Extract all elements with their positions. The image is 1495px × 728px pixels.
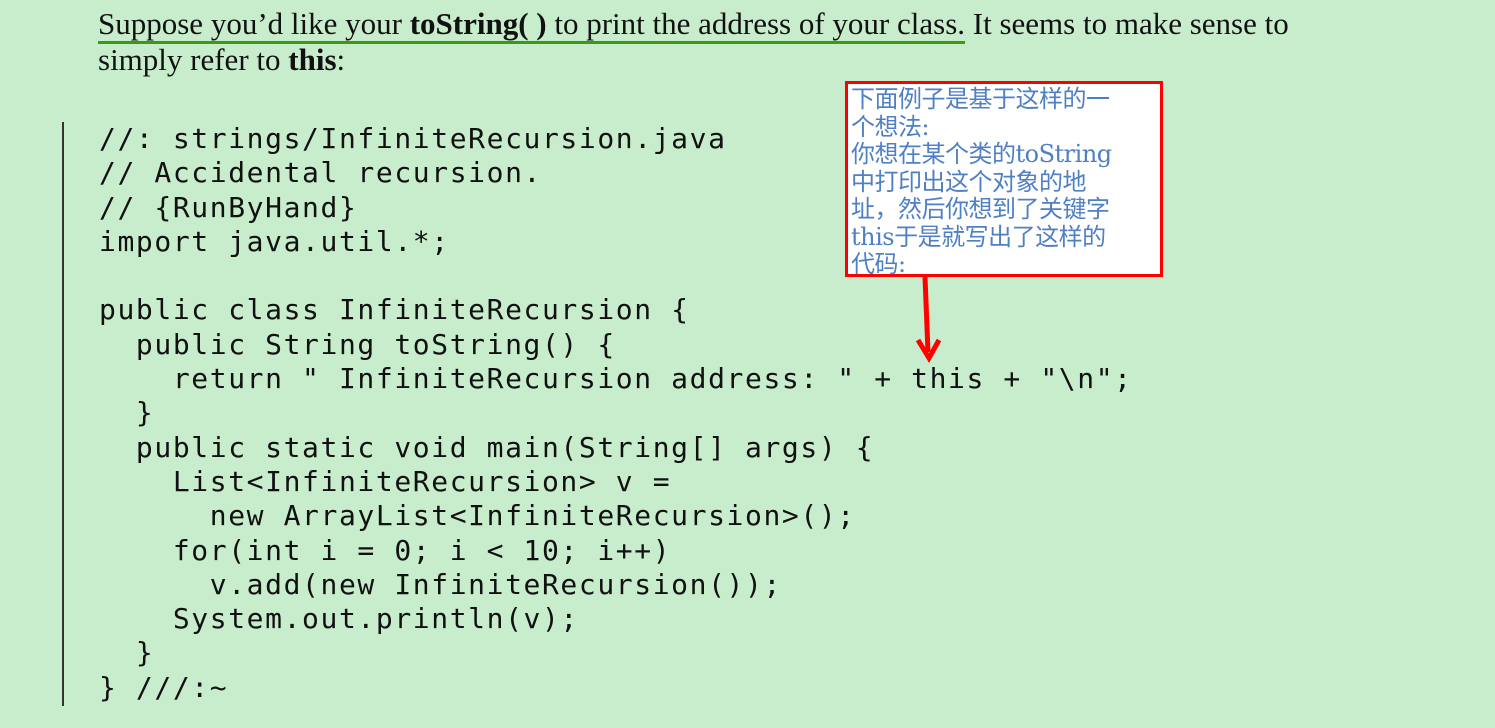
code-line: new ArrayList<InfiniteRecursion>(); xyxy=(99,499,856,533)
code-line: } xyxy=(99,396,155,430)
annotation-callout-box: 下面例子是基于这样的一 个想法: 你想在某个类的toString 中打印出这个对象的地… xyxy=(845,81,1163,279)
code-line: public String toString() { xyxy=(99,327,616,361)
annotation-line: 代码: xyxy=(851,250,906,278)
code-block-left-rule xyxy=(62,122,64,706)
code-line: } xyxy=(99,636,155,670)
intro-paragraph: Suppose you’d like your toString( ) to p… xyxy=(98,6,1358,78)
code-line: } ///:~ xyxy=(99,670,229,704)
tostring-keyword: toString( ) xyxy=(409,6,547,41)
annotation-line: 下面例子是基于这样的一 xyxy=(851,85,1110,113)
code-line: System.out.println(v); xyxy=(99,602,579,636)
annotation-line: 个想法: xyxy=(851,112,930,141)
highlighted-sentence: Suppose you’d like your toString( ) to p… xyxy=(98,6,966,44)
intro-text-post: to print the address of your class. xyxy=(546,6,966,41)
code-line: for(int i = 0; i < 10; i++) xyxy=(99,533,672,567)
annotation-text: 下面例子是基于这样的一 个想法: 你想在某个类的toString 中打印出这个对象的地… xyxy=(848,84,1160,279)
this-keyword: this xyxy=(288,42,337,77)
annotation-line: this于是就写出了这样的 xyxy=(851,222,1106,251)
code-line: public static void main(String[] args) { xyxy=(99,430,875,464)
intro-text-pre: Suppose you’d like your xyxy=(98,6,410,41)
code-line: List<InfiniteRecursion> v = xyxy=(99,464,672,498)
annotation-line: 你想在某个类的toString xyxy=(851,140,1112,168)
annotation-line: 中打印出这个对象的地 xyxy=(851,167,1087,196)
code-line: return " InfiniteRecursion address: " + … xyxy=(99,362,1133,396)
annotation-line: 址，然后你想到了关键字 xyxy=(851,195,1110,223)
code-line: public class InfiniteRecursion { xyxy=(99,293,690,327)
code-line: v.add(new InfiniteRecursion()); xyxy=(99,567,782,601)
intro-text-end: : xyxy=(336,42,346,77)
